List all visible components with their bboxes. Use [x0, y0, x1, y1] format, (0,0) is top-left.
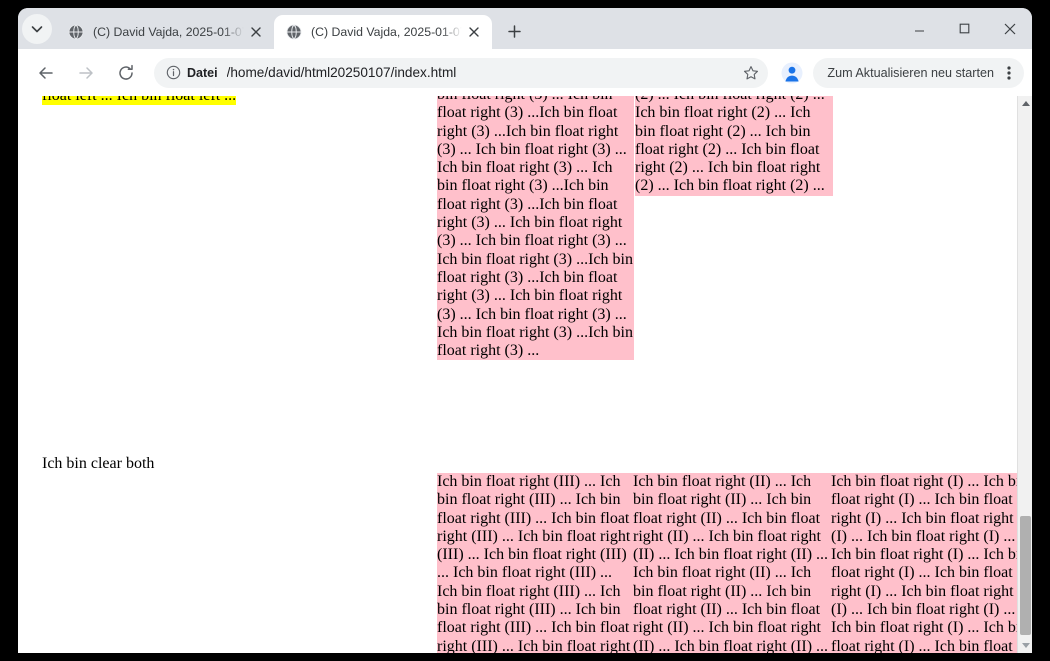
- globe-icon: [286, 24, 302, 40]
- float-right-block-II: Ich bin float right (II) ... Ich bin flo…: [633, 473, 831, 653]
- plus-icon: [508, 25, 521, 38]
- back-arrow-icon: [37, 64, 55, 82]
- three-dot-menu-icon[interactable]: [996, 60, 1022, 86]
- tab-search-button[interactable]: [22, 14, 52, 44]
- minimize-button[interactable]: [897, 11, 942, 47]
- page-viewport: float left ... Ich bin float left ... bi…: [18, 96, 1032, 653]
- browser-toolbar: Datei /home/david/html20250107/index.htm…: [18, 49, 1032, 96]
- window-controls: [897, 8, 1032, 49]
- tab-1[interactable]: (C) David Vajda, 2025-01-07: [274, 15, 492, 49]
- float-right-block-I: Ich bin float right (I) ... Ich bin floa…: [831, 473, 1032, 653]
- new-tab-button[interactable]: [500, 17, 528, 45]
- reload-button[interactable]: [110, 57, 142, 89]
- scrollbar-thumb[interactable]: [1020, 516, 1031, 635]
- vertical-scrollbar[interactable]: [1017, 96, 1032, 653]
- scroll-down-button[interactable]: [1018, 638, 1032, 653]
- float-right-block-3: bin float right (3) ... Ich bin float ri…: [437, 96, 634, 360]
- minimize-icon: [914, 23, 925, 34]
- float-demo-content: float left ... Ich bin float left ... bi…: [18, 96, 1014, 653]
- close-icon[interactable]: [246, 22, 266, 42]
- bottom-float-row: Ich bin float right (III) ... Ich bin fl…: [437, 473, 1032, 653]
- update-button[interactable]: Zum Aktualisieren neu starten: [813, 58, 1024, 88]
- web-page: float left ... Ich bin float left ... bi…: [18, 96, 1032, 653]
- tab-title: (C) David Vajda, 2025-01-07: [311, 25, 462, 39]
- maximize-icon: [959, 23, 970, 34]
- person-avatar-icon: [781, 62, 803, 84]
- url-scheme-label: Datei: [187, 66, 218, 80]
- update-label: Zum Aktualisieren neu starten: [827, 66, 994, 80]
- close-window-button[interactable]: [987, 11, 1032, 47]
- info-circle-icon[interactable]: [166, 65, 181, 80]
- float-right-block-III: Ich bin float right (III) ... Ich bin fl…: [437, 473, 633, 653]
- clear-both-text: Ich bin clear both: [42, 455, 154, 473]
- profile-button[interactable]: [777, 58, 807, 88]
- close-icon[interactable]: [464, 22, 484, 42]
- browser-window: (C) David Vajda, 2025-01-07 (C) David Va…: [18, 8, 1032, 653]
- reload-icon: [117, 64, 135, 82]
- url-text: /home/david/html20250107/index.html: [227, 65, 739, 80]
- chevron-down-icon: [31, 23, 43, 35]
- float-right-block-2: (2) ... Ich bin float right (2) ... Ich …: [635, 96, 833, 196]
- close-icon: [1004, 23, 1016, 35]
- forward-button[interactable]: [70, 57, 102, 89]
- tab-0[interactable]: (C) David Vajda, 2025-01-07: [56, 15, 274, 49]
- maximize-button[interactable]: [942, 11, 987, 47]
- tab-title: (C) David Vajda, 2025-01-07: [93, 25, 244, 39]
- scroll-up-arrow-icon: [1022, 101, 1030, 106]
- star-icon: [743, 65, 759, 81]
- bookmark-button[interactable]: [738, 60, 764, 86]
- back-button[interactable]: [30, 57, 62, 89]
- globe-icon: [68, 24, 84, 40]
- float-left-highlighted-text: float left ... Ich bin float left ...: [42, 96, 236, 105]
- scroll-up-button[interactable]: [1018, 96, 1032, 111]
- scroll-down-arrow-icon: [1022, 643, 1030, 648]
- tab-strip: (C) David Vajda, 2025-01-07 (C) David Va…: [18, 8, 1032, 49]
- address-bar[interactable]: Datei /home/david/html20250107/index.htm…: [154, 58, 768, 88]
- forward-arrow-icon: [77, 64, 95, 82]
